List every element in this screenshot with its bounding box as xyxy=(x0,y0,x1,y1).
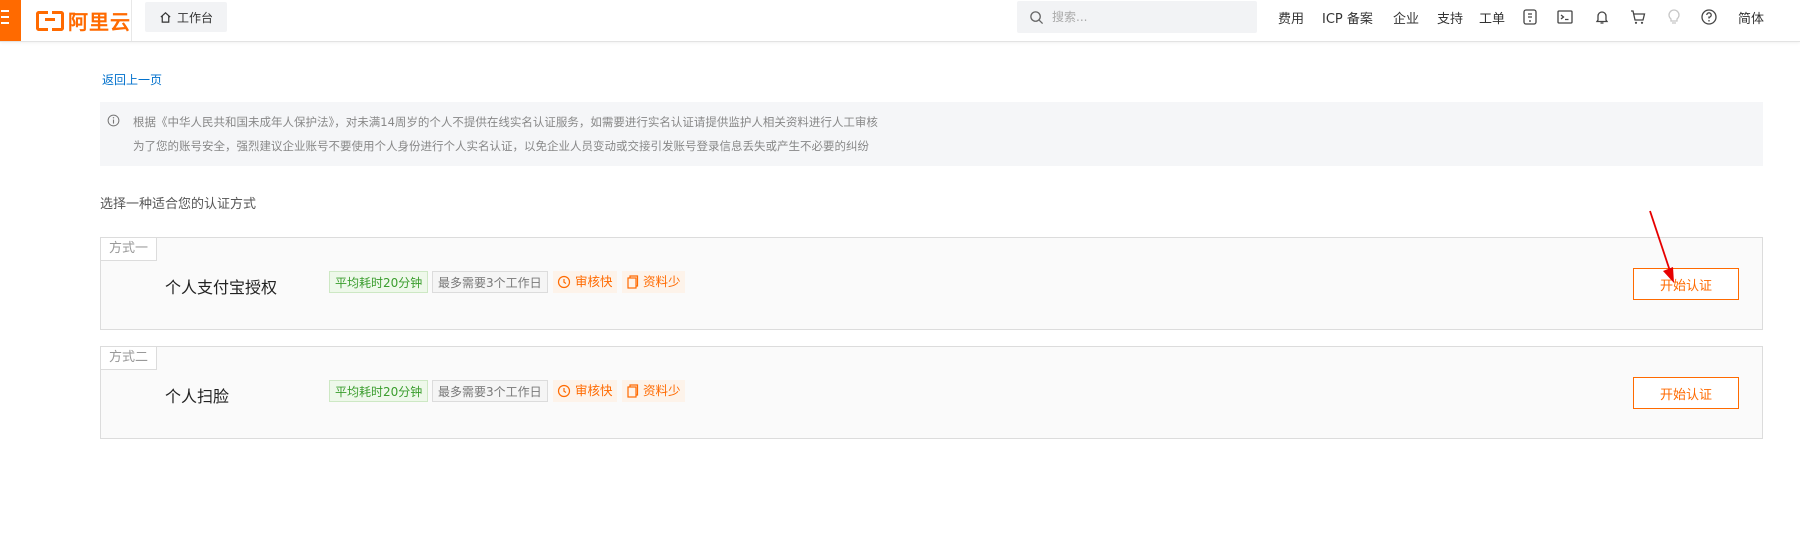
notice-line-1: 根据《中华人民共和国未成年人保护法》，对未满14周岁的个人不提供在线实名认证服务… xyxy=(133,115,878,129)
app-icon[interactable] xyxy=(1521,8,1539,26)
nav-enterprise[interactable]: 企业 xyxy=(1393,8,1419,27)
section-title: 选择一种适合您的认证方式 xyxy=(100,197,257,212)
workbench-button[interactable]: 工作台 xyxy=(145,2,227,32)
logo-text: 阿里云 xyxy=(68,9,131,34)
header-divider xyxy=(131,0,132,41)
back-link[interactable]: 返回上一页 xyxy=(102,71,162,88)
clock-icon xyxy=(557,275,571,289)
method-card-face-scan: 方式二 个人扫脸 平均耗时20分钟 最多需要3个工作日 审核快 资料少 开始认证 xyxy=(100,346,1763,439)
bell-icon[interactable] xyxy=(1593,8,1611,26)
clock-icon xyxy=(557,384,571,398)
top-navigation-bar: 阿里云 工作台 费用 ICP 备案 企业 支持 工单 xyxy=(0,0,1800,42)
search-input[interactable] xyxy=(1050,9,1244,25)
home-icon xyxy=(160,11,171,23)
annotation-arrow-icon xyxy=(1649,210,1674,283)
nav-fees[interactable]: 费用 xyxy=(1278,8,1304,27)
aliyun-logo-mark xyxy=(36,11,64,31)
lightbulb-icon[interactable] xyxy=(1665,8,1683,26)
info-icon xyxy=(107,114,120,127)
method-card-alipay: 方式一 个人支付宝授权 平均耗时20分钟 最多需要3个工作日 审核快 资料少 开… xyxy=(100,237,1763,330)
badge-average-time: 平均耗时20分钟 xyxy=(329,380,429,402)
help-icon[interactable] xyxy=(1700,8,1718,26)
badge-less-documents: 资料少 xyxy=(622,271,685,293)
badge-fast-review-label: 审核快 xyxy=(575,274,613,289)
search-icon xyxy=(1030,10,1044,24)
nav-support[interactable]: 支持 xyxy=(1437,8,1463,27)
cart-icon[interactable] xyxy=(1629,8,1647,26)
nav-language[interactable]: 简体 xyxy=(1738,8,1764,27)
search-box[interactable] xyxy=(1017,1,1257,33)
method-name: 个人支付宝授权 xyxy=(165,278,278,297)
badge-less-documents: 资料少 xyxy=(622,380,685,402)
start-verification-button[interactable]: 开始认证 xyxy=(1633,377,1739,409)
method-tag: 方式一 xyxy=(101,238,158,261)
badge-fast-review-label: 审核快 xyxy=(575,383,613,398)
document-icon xyxy=(627,384,639,398)
menu-icon[interactable] xyxy=(0,0,21,41)
aliyun-logo[interactable]: 阿里云 xyxy=(36,5,131,35)
method-name: 个人扫脸 xyxy=(165,387,230,406)
document-icon xyxy=(627,275,639,289)
badge-max-days: 最多需要3个工作日 xyxy=(432,271,548,293)
nav-icp[interactable]: ICP 备案 xyxy=(1322,8,1373,27)
method-tag: 方式二 xyxy=(101,347,158,370)
notice-box: 根据《中华人民共和国未成年人保护法》，对未满14周岁的个人不提供在线实名认证服务… xyxy=(100,102,1763,166)
badge-less-documents-label: 资料少 xyxy=(643,274,681,289)
nav-tickets[interactable]: 工单 xyxy=(1479,8,1505,27)
workbench-label: 工作台 xyxy=(176,10,213,25)
terminal-icon[interactable] xyxy=(1556,8,1574,26)
notice-line-2: 为了您的账号安全，强烈建议企业账号不要使用个人身份进行个人实名认证，以免企业人员… xyxy=(133,139,869,153)
badge-average-time: 平均耗时20分钟 xyxy=(329,271,429,293)
badge-fast-review: 审核快 xyxy=(553,271,617,293)
badge-max-days: 最多需要3个工作日 xyxy=(432,380,548,402)
badge-less-documents-label: 资料少 xyxy=(643,383,681,398)
badge-fast-review: 审核快 xyxy=(553,380,617,402)
